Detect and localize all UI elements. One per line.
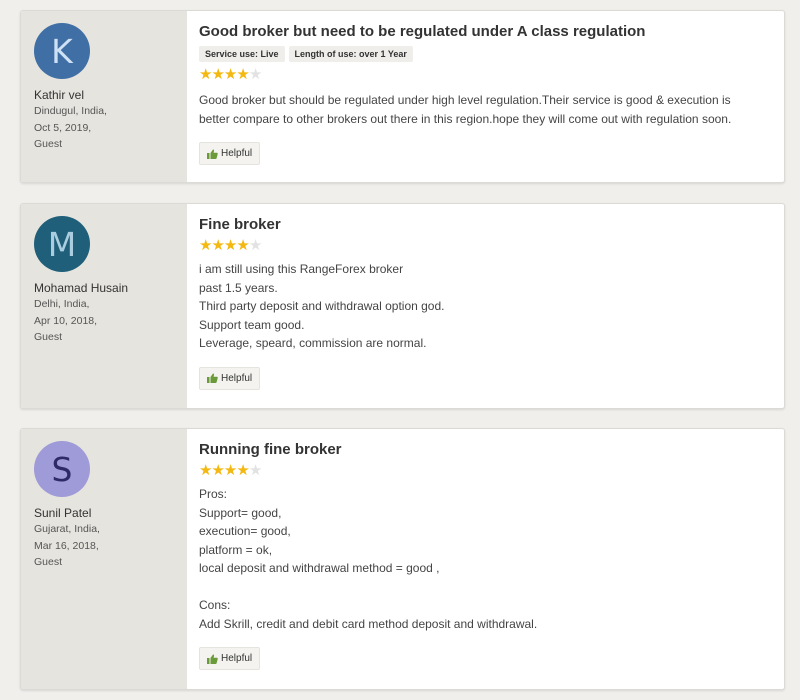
avatar: M [34,216,90,272]
star-rating: ★ ★ ★ ★ ★ [199,66,772,82]
star-filled-icon: ★ [223,64,237,83]
review-title: Fine broker [199,216,281,233]
star-empty-icon: ★ [248,235,262,254]
review-card: S Sunil Patel Gujarat, India, Mar 16, 20… [20,428,785,690]
tag-service-use: Service use: Live [199,46,285,62]
thumbs-up-icon [207,373,218,383]
star-rating: ★ ★ ★ ★ ★ [199,237,772,253]
review-body: Pros: Support= good, execution= good, platf… [199,485,772,633]
star-rating: ★ ★ ★ ★ ★ [199,462,772,478]
helpful-label: Helpful [221,653,253,664]
star-filled-icon: ★ [236,460,249,479]
reviewer-info: M Mohamad Husain Delhi, India, Apr 10, 2… [21,204,187,408]
review-body-line: Support team good. [199,317,305,332]
review-body-line: Good broker but should be regulated unde… [199,93,731,107]
star-filled-icon: ★ [223,235,237,254]
review-title: Good broker but need to be regulated und… [199,23,646,40]
review-body-line: Cons: [199,598,231,612]
review-body: i am still using this RangeForex broker p… [199,260,772,353]
helpful-button[interactable]: Helpful [199,366,261,390]
helpful-label: Helpful [221,372,253,384]
review-body-line: execution= good, [199,524,291,538]
star-filled-icon: ★ [211,460,224,479]
reviewer-info: S Sunil Patel Gujarat, India, Mar 16, 20… [21,429,187,689]
reviewer-name: Sunil Patel [34,506,92,520]
review-date: Oct 5, 2019, [34,121,92,134]
reviewer-role: Guest [34,138,63,150]
star-filled-icon: ★ [211,64,224,83]
review-body-line: better compare to other brokers out ther… [199,111,732,126]
avatar: S [34,441,90,497]
reviewer-info: K Kathir vel Dindugul, India, Oct 5, 201… [21,11,187,182]
star-filled-icon: ★ [199,460,212,479]
review-body-line: Leverage, speard, commission are normal. [199,336,427,350]
helpful-label: Helpful [221,148,253,159]
star-empty-icon: ★ [248,64,262,83]
star-filled-icon: ★ [199,235,212,254]
reviewer-role: Guest [34,331,63,343]
review-content: Good broker but need to be regulated und… [187,11,784,182]
review-body-line: Third party deposit and withdrawal optio… [199,299,445,313]
reviewer-location: Delhi, India, [34,298,90,310]
review-body: Good broker but should be regulated unde… [199,91,772,128]
review-card: M Mohamad Husain Delhi, India, Apr 10, 2… [20,203,785,409]
helpful-button[interactable]: Helpful [199,142,261,165]
review-date: Mar 16, 2018, [34,539,99,552]
reviewer-name: Mohamad Husain [34,281,129,295]
avatar: K [34,23,90,79]
helpful-button[interactable]: Helpful [199,647,261,670]
star-filled-icon: ★ [199,64,212,83]
review-card: K Kathir vel Dindugul, India, Oct 5, 201… [20,10,785,183]
review-content: Running fine broker ★ ★ ★ ★ ★ Pros: Support= … [187,429,784,689]
review-body-line: past 1.5 years. [199,280,278,295]
star-filled-icon: ★ [236,64,249,83]
reviewer-name: Kathir vel [34,88,85,102]
review-body-line: i am still using this RangeForex broker [199,262,404,276]
star-empty-icon: ★ [248,460,262,479]
review-tags: Service use: Live Length of use: over 1 … [199,46,772,62]
reviewer-location: Gujarat, India, [34,523,100,535]
review-body-line: Support= good, [199,505,282,520]
review-title: Running fine broker [199,441,342,458]
star-filled-icon: ★ [223,460,237,479]
reviewer-location: Dindugul, India, [34,105,107,117]
thumbs-up-icon [207,148,218,159]
review-body-line [199,578,772,597]
thumbs-up-icon [207,653,218,664]
review-date: Apr 10, 2018, [34,314,98,327]
review-body-line: local deposit and withdrawal method = go… [199,561,440,575]
reviewer-role: Guest [34,556,63,568]
review-body-line: platform = ok, [199,542,273,557]
review-content: Fine broker ★ ★ ★ ★ ★ i am still using this … [187,204,784,408]
star-filled-icon: ★ [236,235,249,254]
star-filled-icon: ★ [211,235,224,254]
review-body-line: Add Skrill, credit and debit card method… [199,616,538,631]
review-body-line: Pros: [199,487,228,501]
tag-length-of-use: Length of use: over 1 Year [288,46,413,62]
